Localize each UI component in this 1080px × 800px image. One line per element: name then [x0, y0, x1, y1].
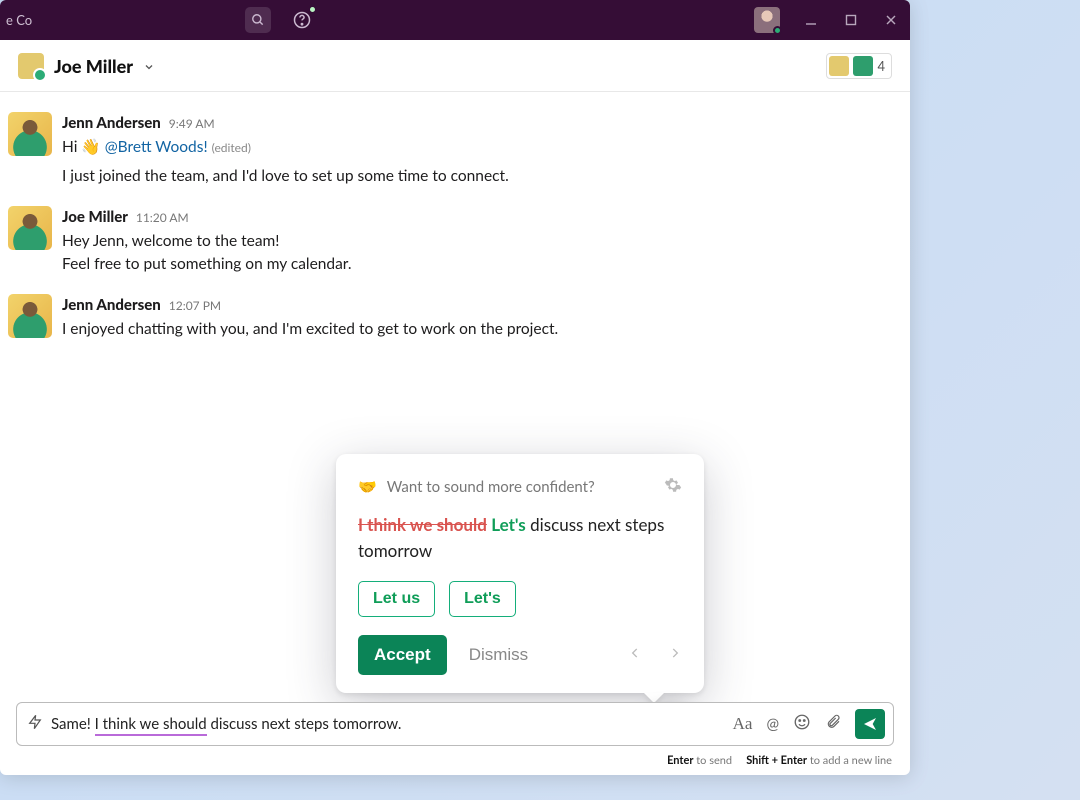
channel-members-button[interactable]: 4: [826, 53, 892, 79]
titlebar: e Co: [0, 0, 910, 40]
suggestion-chip-lets[interactable]: Let's: [449, 581, 516, 617]
gear-icon[interactable]: [664, 476, 682, 498]
message: Joe Miller 11:20 AM Hey Jenn, welcome to…: [0, 200, 910, 282]
user-avatar[interactable]: [754, 7, 780, 33]
message: Jenn Andersen 9:49 AM Hi 👋 @Brett Woods!…: [0, 106, 910, 194]
shortcuts-icon[interactable]: [27, 714, 43, 734]
channel-name[interactable]: Joe Miller: [54, 55, 133, 77]
slack-window: e Co Joe Miller 4: [0, 0, 910, 775]
edited-label: (edited): [212, 140, 251, 155]
member-avatar-icon: [853, 56, 873, 76]
grammarly-suggestion-text: I think we should Let's discuss next ste…: [358, 512, 682, 565]
hint-text: to add a new line: [807, 754, 892, 767]
window-close-button[interactable]: [882, 11, 900, 29]
grammarly-strike-text: I think we should: [358, 514, 487, 535]
composer-hints: Enter to send Shift + Enter to add a new…: [0, 750, 910, 775]
channel-avatar: [18, 53, 44, 79]
composer-highlighted-text: I think we should: [95, 715, 207, 736]
composer-text[interactable]: Same! I think we should discuss next ste…: [51, 715, 725, 733]
chevron-down-icon[interactable]: [143, 55, 155, 77]
message-author[interactable]: Joe Miller: [62, 206, 128, 229]
message-text: I enjoyed chatting with you, and I'm exc…: [62, 318, 558, 341]
workspace-name-fragment: e Co: [0, 12, 32, 28]
composer-prefix: Same!: [51, 715, 95, 733]
hint-key: Enter: [667, 754, 693, 767]
message-author[interactable]: Jenn Andersen: [62, 294, 161, 317]
message-timestamp: 12:07 PM: [169, 297, 221, 315]
formatting-icon[interactable]: Aa: [733, 714, 753, 734]
message-timestamp: 9:49 AM: [169, 115, 215, 133]
emoji-icon[interactable]: [793, 713, 811, 735]
message-text: I just joined the team, and I'd love to …: [62, 165, 509, 188]
notification-dot-icon: [309, 6, 316, 13]
grammarly-suggestion-popup: 🤝 Want to sound more confident? I think …: [336, 454, 704, 693]
message-text: Feel free to put something on my calenda…: [62, 253, 352, 276]
member-avatar-icon: [829, 56, 849, 76]
wave-emoji-icon: 👋: [81, 136, 100, 159]
grammarly-insert-text: Let's: [491, 514, 526, 535]
send-button[interactable]: [855, 709, 885, 739]
message-avatar[interactable]: [8, 294, 52, 338]
message-composer[interactable]: Same! I think we should discuss next ste…: [16, 702, 894, 746]
message-list: Jenn Andersen 9:49 AM Hi 👋 @Brett Woods!…: [0, 92, 910, 702]
message-text: Hi 👋 @Brett Woods! (edited): [62, 136, 509, 159]
help-icon[interactable]: [289, 7, 315, 33]
message-timestamp: 11:20 AM: [136, 209, 189, 227]
mention-icon[interactable]: @: [766, 715, 779, 733]
window-minimize-button[interactable]: [802, 11, 820, 29]
accept-button[interactable]: Accept: [358, 635, 447, 675]
hint-text: to send: [693, 754, 732, 767]
member-count: 4: [877, 58, 885, 74]
text: Hi: [62, 138, 81, 156]
suggestion-chip-let-us[interactable]: Let us: [358, 581, 435, 617]
composer-suffix: discuss next steps tomorrow.: [207, 715, 402, 733]
dismiss-button[interactable]: Dismiss: [469, 645, 529, 665]
message-text: Hey Jenn, welcome to the team!: [62, 230, 352, 253]
user-mention[interactable]: @Brett Woods!: [105, 138, 208, 156]
prev-suggestion-button[interactable]: [628, 642, 642, 668]
channel-header: Joe Miller 4: [0, 40, 910, 92]
handshake-emoji-icon: 🤝: [358, 478, 377, 496]
presence-active-icon: [773, 26, 782, 35]
hint-key: Shift + Enter: [746, 754, 807, 767]
next-suggestion-button[interactable]: [668, 642, 682, 668]
grammarly-prompt: Want to sound more confident?: [387, 478, 595, 496]
message: Jenn Andersen 12:07 PM I enjoyed chattin…: [0, 288, 910, 347]
message-author[interactable]: Jenn Andersen: [62, 112, 161, 135]
attachment-icon[interactable]: [825, 713, 841, 735]
message-avatar[interactable]: [8, 206, 52, 250]
message-avatar[interactable]: [8, 112, 52, 156]
window-maximize-button[interactable]: [842, 11, 860, 29]
search-icon[interactable]: [245, 7, 271, 33]
